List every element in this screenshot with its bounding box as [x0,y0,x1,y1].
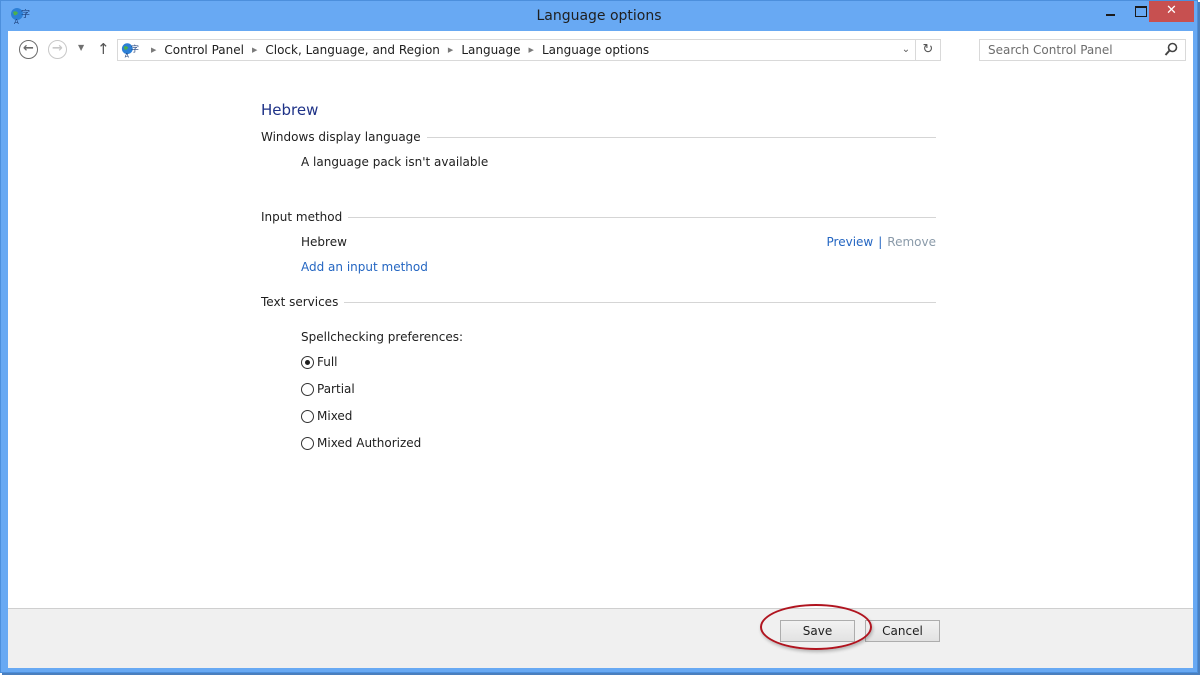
add-input-method-link[interactable]: Add an input method [301,260,428,274]
section-divider [261,302,936,303]
preview-link[interactable]: Preview [827,235,874,249]
control-panel-language-icon: 字 A [121,43,139,59]
window-title: Language options [536,8,662,24]
search-placeholder: Search Control Panel [988,43,1113,57]
refresh-icon: ↻ [922,42,934,57]
address-history-dropdown[interactable]: ⌄ [898,40,914,60]
input-method-name: Hebrew [301,235,347,249]
spellcheck-label: Spellchecking preferences: [301,330,463,344]
up-button[interactable]: ↑ [97,40,110,58]
breadcrumb-separator-icon[interactable]: ▶ [151,40,156,60]
dialog-footer: Save Cancel [8,604,1193,668]
breadcrumb-clock-language-region[interactable]: Clock, Language, and Region [265,40,440,60]
forward-arrow-icon: → [52,41,63,56]
search-icon[interactable] [1164,42,1178,57]
svg-text:字: 字 [131,43,139,53]
client-area: ← → ▼ ↑ 字 A ▶ Control Panel ▶ Clock, Lan… [8,31,1193,668]
breadcrumb-separator-icon[interactable]: ▶ [252,40,257,60]
close-button[interactable]: ✕ [1149,1,1194,22]
section-label: Input method [261,210,349,224]
radio-partial[interactable]: Partial [301,381,355,397]
save-button[interactable]: Save [780,620,855,642]
radio-button-checked[interactable] [301,355,314,369]
radio-mixed[interactable]: Mixed [301,408,352,424]
close-icon: ✕ [1166,3,1177,18]
title-bar[interactable]: 字 A Language options ✕ [1,1,1197,32]
remove-link[interactable]: Remove [887,235,936,249]
language-options-window: 字 A Language options ✕ ← → ▼ ↑ 字 A ▶ Con… [0,0,1198,673]
cancel-button[interactable]: Cancel [865,620,940,642]
section-text-services: Text services [261,295,936,311]
input-method-actions: Preview | Remove [827,235,936,249]
back-button[interactable]: ← [19,40,38,59]
chevron-down-icon: ▼ [78,43,85,52]
section-display-language: Windows display language [261,130,936,146]
search-input[interactable]: Search Control Panel [979,39,1186,61]
language-pack-status: A language pack isn't available [301,155,489,169]
section-divider [261,217,936,218]
up-arrow-icon: ↑ [97,40,110,58]
radio-label[interactable]: Full [317,355,338,369]
breadcrumb-separator-icon[interactable]: ▶ [529,40,534,60]
radio-button[interactable] [301,409,314,423]
navigation-bar: ← → ▼ ↑ 字 A ▶ Control Panel ▶ Clock, Lan… [8,31,1193,69]
recent-locations-button[interactable]: ▼ [78,43,84,52]
radio-full[interactable]: Full [301,354,338,370]
breadcrumb-language[interactable]: Language [461,40,520,60]
radio-button[interactable] [301,436,314,450]
back-arrow-icon: ← [23,41,34,56]
breadcrumb-separator-icon[interactable]: ▶ [448,40,453,60]
forward-button[interactable]: → [48,40,67,59]
radio-label[interactable]: Mixed Authorized [317,436,421,450]
section-input-method: Input method [261,210,936,226]
radio-label[interactable]: Partial [317,382,355,396]
link-separator: | [878,235,883,249]
address-bar[interactable]: 字 A ▶ Control Panel ▶ Clock, Language, a… [117,39,941,61]
section-label: Text services [261,295,345,309]
radio-label[interactable]: Mixed [317,409,352,423]
language-heading: Hebrew [261,101,319,119]
breadcrumb-control-panel[interactable]: Control Panel [164,40,244,60]
svg-text:A: A [125,53,130,59]
chevron-down-icon: ⌄ [901,44,911,55]
breadcrumb: ▶ Control Panel ▶ Clock, Language, and R… [143,40,649,60]
refresh-button[interactable]: ↻ [915,40,940,60]
section-label: Windows display language [261,130,427,144]
radio-button[interactable] [301,382,314,396]
radio-mixed-authorized[interactable]: Mixed Authorized [301,435,421,451]
minimize-button[interactable] [1098,1,1124,22]
breadcrumb-language-options[interactable]: Language options [542,40,649,60]
